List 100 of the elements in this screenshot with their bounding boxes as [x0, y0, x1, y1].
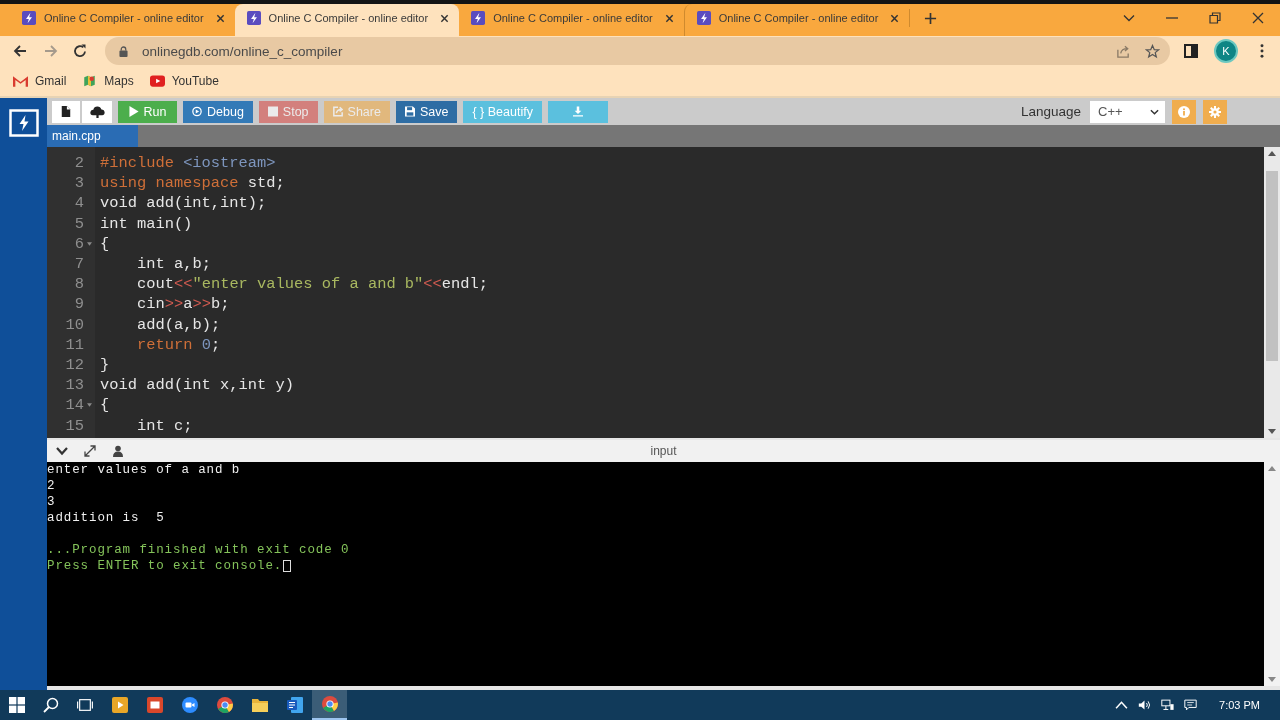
plus-icon[interactable] — [924, 11, 938, 25]
scroll-down-arrow-icon[interactable] — [1268, 677, 1276, 682]
code-line: { — [99, 396, 110, 415]
side-panel-icon[interactable] — [1184, 44, 1198, 58]
code-line: { — [99, 234, 110, 253]
scroll-up-arrow-icon[interactable] — [1268, 151, 1276, 156]
play-icon — [128, 106, 139, 117]
bolt-logo-icon[interactable] — [8, 109, 39, 137]
bolt-icon — [246, 11, 261, 25]
speaker-icon[interactable] — [1138, 699, 1152, 711]
code-line: void add(int,int); — [99, 194, 267, 213]
person-icon[interactable] — [112, 445, 124, 457]
close-icon[interactable] — [664, 13, 674, 23]
scrollbar[interactable] — [1264, 462, 1280, 686]
bolt-icon — [471, 11, 486, 25]
scroll-up-arrow-icon[interactable] — [1268, 466, 1276, 471]
bookmark[interactable]: Gmail — [13, 74, 67, 88]
code-line: } — [99, 355, 110, 374]
save-icon — [404, 106, 415, 117]
browser-tab[interactable]: Online C Compiler - online editor — [234, 4, 460, 36]
console-line: 2 — [47, 479, 56, 493]
code-line: int c; — [136, 416, 193, 435]
new-file-button[interactable] — [52, 100, 80, 123]
line-number: 5 — [73, 214, 84, 233]
bookmark[interactable]: Maps — [82, 74, 134, 88]
code-line: add(a,b); — [136, 315, 221, 334]
caret-icon — [1150, 108, 1159, 115]
chevron-down-icon[interactable] — [56, 445, 68, 457]
bolt-icon — [22, 11, 36, 25]
console-line: 3 — [47, 495, 56, 509]
code-line: void add(int x,int y) — [99, 376, 294, 395]
file-tab[interactable]: main.cpp — [47, 125, 138, 147]
profile-avatar[interactable]: K — [1214, 39, 1238, 63]
fold-arrow-icon[interactable] — [87, 403, 92, 408]
video-camera-icon — [181, 697, 198, 713]
browser-icon — [216, 697, 233, 713]
browser-tab[interactable]: Online C Compiler - online editor — [10, 4, 235, 36]
address-field[interactable]: onlinegdb.com/online_c_compiler — [105, 37, 1170, 65]
video-play-icon — [149, 75, 165, 87]
console-input-label: input — [650, 444, 677, 458]
expand-icon[interactable] — [84, 445, 96, 457]
line-number: 15 — [64, 416, 84, 435]
line-number: 10 — [64, 315, 84, 334]
share-icon[interactable] — [1116, 43, 1131, 59]
scroll-down-arrow-icon[interactable] — [1268, 429, 1276, 434]
close-icon[interactable] — [1252, 12, 1264, 24]
close-icon[interactable] — [440, 13, 450, 23]
line-number: 6 — [73, 234, 84, 253]
chevron-up-icon[interactable] — [1115, 699, 1129, 711]
notification-icon[interactable] — [1184, 699, 1198, 711]
console-line: ...Program finished with exit code 0 — [47, 543, 350, 557]
scrollbar[interactable] — [1264, 147, 1280, 438]
windows-icon[interactable] — [9, 697, 25, 713]
stop-icon — [267, 106, 278, 117]
reload-icon[interactable] — [72, 43, 88, 59]
network-icon[interactable] — [1161, 699, 1175, 711]
circle-play-icon — [192, 106, 202, 117]
code-line: int main() — [99, 214, 193, 233]
gear-icon — [1209, 105, 1221, 118]
bookmark[interactable]: YouTube — [149, 74, 219, 88]
language-label: Language — [1020, 104, 1081, 119]
close-icon[interactable] — [215, 13, 225, 23]
code-line: #include <iostream> — [99, 154, 276, 173]
line-number: 12 — [64, 355, 84, 374]
task-view-icon[interactable] — [77, 697, 93, 713]
lock-icon — [119, 45, 128, 57]
chevron-down-icon[interactable] — [1123, 14, 1135, 22]
document-icon — [286, 697, 303, 713]
restore-icon[interactable] — [1209, 12, 1221, 24]
fold-arrow-icon[interactable] — [87, 241, 92, 246]
line-number: 9 — [73, 295, 84, 314]
search-icon[interactable] — [43, 697, 59, 713]
info-icon — [1178, 105, 1190, 118]
console-line: Press ENTER to exit console. — [47, 559, 283, 573]
console-line: addition is 5 — [47, 511, 165, 525]
browser-tab[interactable]: Online C Compiler - online editor — [683, 4, 910, 36]
folder-icon — [251, 697, 268, 713]
star-icon[interactable] — [1145, 43, 1160, 59]
text-cursor-icon — [283, 560, 292, 572]
save-button[interactable]: Save — [395, 100, 458, 123]
bolt-icon — [696, 11, 711, 25]
map-icon — [82, 75, 98, 87]
language-select[interactable]: C++ — [1090, 100, 1165, 123]
line-number: 7 — [73, 255, 84, 274]
presentation-icon — [146, 697, 163, 713]
console-line: enter values of a and b — [47, 463, 241, 477]
browser-tab[interactable]: Online C Compiler - online editor — [459, 4, 684, 36]
mail-icon — [13, 75, 28, 87]
line-number: 8 — [73, 275, 84, 294]
code-line: using namespace std; — [99, 174, 285, 193]
menu-dots-icon[interactable] — [1260, 44, 1264, 58]
share-icon — [332, 106, 343, 117]
code-line: cout<<"enter values of a and b"<<endl; — [136, 275, 488, 294]
back-arrow-icon[interactable] — [12, 43, 28, 59]
close-icon[interactable] — [890, 13, 900, 23]
line-number: 13 — [64, 376, 84, 395]
clock[interactable]: 7:03 PM — [1219, 699, 1260, 711]
debug-button[interactable]: Debug — [183, 100, 253, 123]
code-line: cin>>a>>b; — [136, 295, 230, 314]
upload-button[interactable] — [82, 100, 112, 123]
